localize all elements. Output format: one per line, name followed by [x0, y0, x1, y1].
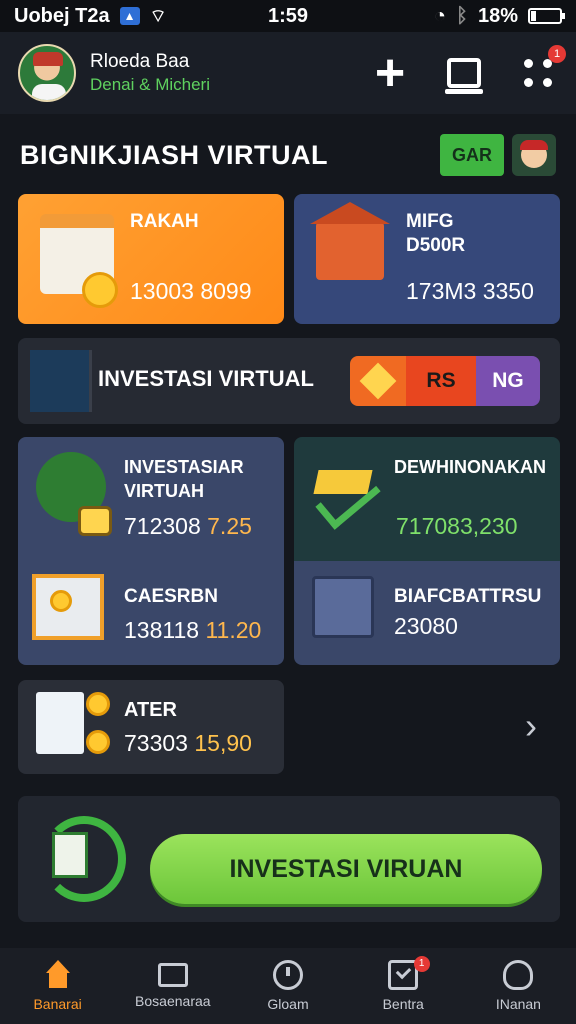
nav-item-monitor[interactable]: Bosaenaraa	[115, 948, 230, 1024]
add-button[interactable]: +	[370, 44, 410, 102]
nav-item-home[interactable]: Banarai	[0, 948, 115, 1024]
card-caesrbn-title: CAESRBN	[124, 586, 218, 607]
globe-chart-icon	[30, 350, 92, 412]
title-row: BIGNIKJIASH VIRTUAL GAR	[20, 132, 556, 178]
segment-rs[interactable]: RS	[406, 356, 476, 406]
segment-diamond[interactable]	[350, 356, 406, 406]
carrier-text: Uobej T2a	[14, 4, 110, 27]
card-rakah-title: RAKAH	[130, 211, 199, 232]
card-biafcbattrsu-title: BIAFCBATTRSU	[394, 586, 542, 607]
battery-percent: 18%	[477, 4, 518, 27]
coin-small-icon	[50, 590, 72, 612]
wifi-icon: ⌔	[149, 5, 167, 26]
bluetooth-icon: ᛒ	[455, 4, 468, 27]
investasi-banner[interactable]: INVESTASI VIRTUAL RS NG	[18, 338, 560, 424]
nav-label-profile: INanan	[495, 996, 541, 1012]
diamond-icon	[359, 362, 397, 400]
page-title: BIGNIKJIASH VIRTUAL	[20, 139, 329, 170]
title-actions: GAR	[440, 134, 556, 176]
card-ater-value: 73303 15,90	[124, 730, 252, 757]
card-mifg-title-1: MIFG	[406, 211, 454, 232]
card-mifg-title-2: D500R	[406, 235, 466, 256]
bottom-nav: Banarai Bosaenaraa Gloam 1 Bentra INanan	[0, 948, 576, 1024]
card-rakah-value: 13003 8099	[130, 278, 252, 304]
notification-badge: 1	[548, 45, 566, 63]
device-icon	[445, 58, 483, 94]
card-dewhinonakan-value: 717083,230	[396, 513, 518, 539]
card-caesrbn-value: 138118 11.20	[124, 617, 261, 644]
card-caesrbn-value-prefix: 138118	[124, 617, 200, 643]
card-ater-value-hl: 15,90	[194, 730, 252, 756]
card-ater-title: ATER	[124, 699, 177, 721]
plus-icon: +	[374, 44, 406, 102]
card-caesrbn-value-hl: 11.20	[205, 617, 262, 643]
avatar[interactable]	[18, 44, 76, 102]
person-icon	[503, 960, 534, 990]
app-header: Rloeda Baa Denai & Micheri + 1	[0, 32, 576, 114]
nav-label-compass: Gloam	[267, 996, 309, 1012]
menu-button[interactable]: 1	[518, 45, 566, 93]
calculator-icon	[78, 506, 112, 536]
card-dewhinonakan-title: DEWHINONAKAN	[394, 457, 546, 477]
coin-stack-icon	[86, 692, 110, 716]
card-invest-value-hl: 7.25	[207, 513, 252, 539]
home-icon	[43, 960, 73, 990]
board-illustration-icon	[312, 576, 374, 638]
chevron-right-icon[interactable]: ›	[516, 706, 546, 746]
card-invest-value-prefix: 712308	[124, 513, 201, 539]
monitor-icon	[157, 963, 188, 987]
card-invest-value: 712308 7.25	[124, 513, 252, 540]
nav-label-monitor: Bosaenaraa	[135, 993, 211, 1009]
user-name: Rloeda Baa	[90, 51, 190, 72]
compass-icon	[273, 960, 303, 990]
nav-label-home: Banarai	[33, 996, 82, 1012]
nav-item-compass[interactable]: Gloam	[230, 948, 345, 1024]
nav-badge: 1	[413, 956, 430, 972]
status-time: 1:59	[267, 4, 309, 27]
nav-label-tasks: Bentra	[382, 996, 424, 1012]
user-info: Rloeda Baa Denai & Micheri	[90, 51, 210, 95]
segment-ng[interactable]: NG	[476, 356, 540, 406]
alarm-icon: ◔	[433, 4, 446, 27]
nav-item-profile[interactable]: INanan	[461, 948, 576, 1024]
card-invest-title-1: INVESTASIAR	[124, 457, 244, 477]
card-mifg-value: 173M3 3350	[406, 278, 534, 304]
house-illustration-icon	[310, 202, 390, 280]
nav-item-tasks[interactable]: 1 Bentra	[346, 948, 461, 1024]
mascot-button[interactable]	[512, 134, 556, 176]
status-bar: Uobej T2a ▲ ⌔ 1:59 ◔ ᛒ 18%	[0, 0, 576, 32]
status-right: ◔ ᛒ 18%	[433, 4, 565, 28]
grid-dots-icon	[524, 59, 552, 87]
card-invest-title-2: VIRTUAH	[124, 481, 204, 501]
card-biafcbattrsu-value: 23080	[394, 613, 458, 639]
header-actions: + 1	[370, 44, 566, 102]
battery-icon	[528, 8, 565, 24]
device-button[interactable]	[444, 53, 484, 94]
app-notification-icon: ▲	[119, 7, 140, 25]
card-ater-value-prefix: 73303	[124, 730, 188, 756]
gar-button[interactable]: GAR	[440, 134, 504, 176]
invest-cta-button[interactable]: INVESTASI VIRUAN	[150, 834, 542, 904]
status-left: Uobej T2a ▲ ⌔	[14, 5, 167, 28]
coin-stack-icon-2	[86, 730, 110, 754]
user-subtitle: Denai & Micheri	[90, 75, 210, 94]
banner-title: INVESTASI VIRTUAL	[98, 366, 314, 391]
coin-icon	[82, 272, 118, 308]
refresh-document-icon	[42, 816, 126, 902]
document-icon	[36, 692, 84, 754]
